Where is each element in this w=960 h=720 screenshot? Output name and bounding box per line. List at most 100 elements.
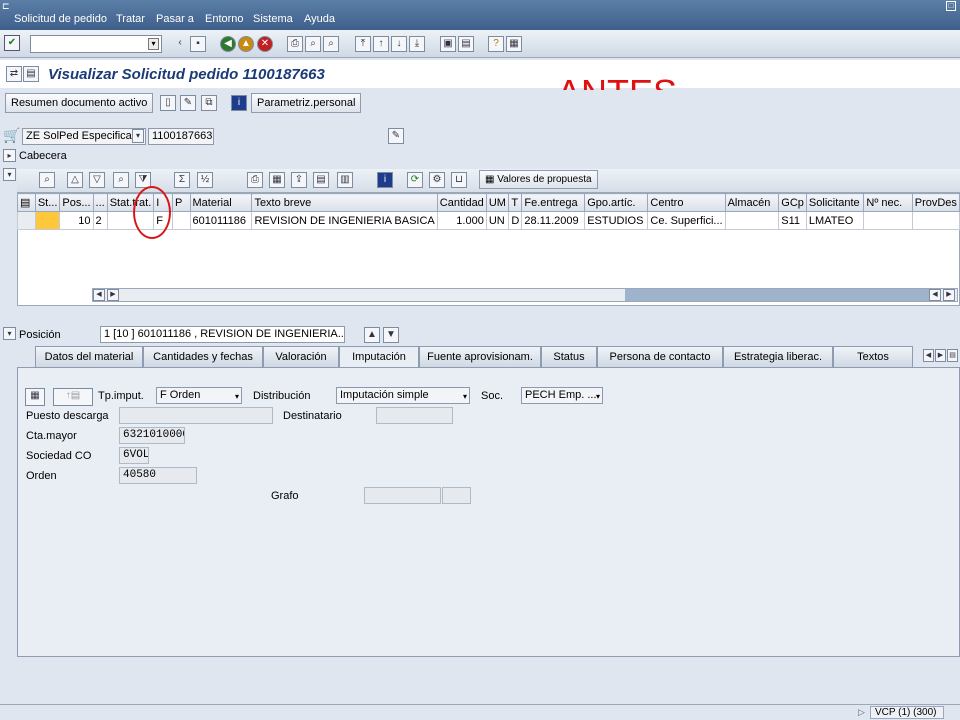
cabecera-label[interactable]: Cabecera — [19, 150, 67, 162]
command-field[interactable]: ▾ — [30, 35, 162, 53]
layout-menu-icon[interactable]: ▦ — [506, 36, 522, 52]
find-grid-icon[interactable]: ⌕ — [113, 172, 129, 188]
next-page-icon[interactable]: ↓ — [391, 36, 407, 52]
position-select[interactable]: 1 [10 ] 601011186 , REVISION DE INGENIER… — [100, 326, 345, 343]
other-icon[interactable]: ⧉ — [201, 95, 217, 111]
column-header[interactable]: Texto breve — [251, 193, 438, 212]
table-cell[interactable]: UN — [485, 211, 510, 230]
column-header[interactable]: St... — [34, 193, 61, 212]
cancel-icon[interactable]: ✕ — [257, 36, 273, 52]
edit-icon[interactable]: ✎ — [180, 95, 196, 111]
distribution-icon[interactable]: ↑▤ — [53, 388, 93, 406]
menu-solicitud[interactable]: Solicitud de pedido — [14, 13, 107, 25]
prev-page-icon[interactable]: ↑ — [373, 36, 389, 52]
switch-display-icon[interactable]: ⇄ — [6, 66, 22, 82]
items-collapse-icon[interactable]: ▾ — [3, 168, 16, 181]
doc-type-field[interactable]: ZE SolPed Especifica — [22, 128, 146, 145]
status-cell[interactable] — [34, 211, 61, 230]
column-header[interactable]: GCp — [778, 193, 807, 212]
document-icon[interactable]: ▯ — [160, 95, 176, 111]
tp-imput-select[interactable]: F Orden ▾ — [156, 387, 242, 404]
table-cell[interactable]: LMATEO — [805, 211, 865, 230]
help-icon[interactable]: ? — [488, 36, 504, 52]
multi-account-icon[interactable]: ▦ — [25, 388, 45, 406]
last-page-icon[interactable]: ⤓ — [409, 36, 425, 52]
column-header[interactable]: UM — [485, 193, 510, 212]
tab-estrategia[interactable]: Estrategia liberac. — [723, 346, 833, 367]
cabecera-expand-icon[interactable]: ▸ — [3, 149, 16, 162]
find-next-icon[interactable]: ⌕ — [323, 36, 339, 52]
summary-button[interactable]: Resumen documento activo — [5, 93, 154, 113]
tab-list-icon[interactable]: ▤ — [947, 349, 958, 362]
column-header[interactable]: Cantidad — [436, 193, 487, 212]
first-page-icon[interactable]: ⤒ — [355, 36, 371, 52]
scroll-right-end-icon[interactable]: ▶ — [943, 289, 955, 301]
scroll-right-icon[interactable]: ▶ — [107, 289, 119, 301]
other-document-icon[interactable]: ▤ — [23, 66, 39, 82]
filter-icon[interactable]: ▽ — [89, 172, 105, 188]
refresh-icon[interactable]: ⟳ — [407, 172, 423, 188]
menu-entorno[interactable]: Entorno — [205, 13, 244, 25]
grid-info-icon[interactable]: i — [377, 172, 393, 188]
menu-sistema[interactable]: Sistema — [253, 13, 293, 25]
doc-edit-icon[interactable]: ✎ — [388, 128, 404, 144]
table-cell[interactable]: 10 — [59, 211, 94, 230]
menu-ayuda[interactable]: Ayuda — [304, 13, 335, 25]
column-header[interactable]: Material — [189, 193, 253, 212]
tab-cantidades[interactable]: Cantidades y fechas — [143, 346, 263, 367]
prev-item-icon[interactable]: ▲ — [364, 327, 380, 343]
table-cell[interactable]: REVISION DE INGENIERIA BASICA — [251, 211, 438, 230]
tab-fuente[interactable]: Fuente aprovisionam. — [419, 346, 541, 367]
subtotal-icon[interactable]: ½ — [197, 172, 213, 188]
exit-icon[interactable]: ▲ — [238, 36, 254, 52]
table-cell[interactable]: Ce. Superfici... — [647, 211, 726, 230]
system-info[interactable]: VCP (1) (300) — [870, 706, 944, 719]
columns-icon[interactable]: ▥ — [337, 172, 353, 188]
table-cell[interactable] — [724, 211, 780, 230]
system-menu-icon[interactable]: ⊏ — [2, 1, 10, 12]
doc-type-dropdown-icon[interactable]: ▾ — [132, 129, 144, 143]
column-header[interactable]: Pos... — [59, 193, 94, 212]
find-icon[interactable]: ⌕ — [305, 36, 321, 52]
sum-icon[interactable]: Σ — [174, 172, 190, 188]
table-cell[interactable]: 601011186 — [189, 211, 253, 230]
proposal-values-button[interactable]: ▦ Valores de propuesta — [479, 170, 598, 189]
table-cell[interactable] — [172, 211, 191, 230]
row-selector[interactable] — [17, 211, 36, 230]
sort-asc-icon[interactable]: △ — [67, 172, 83, 188]
table-cell[interactable]: D — [508, 211, 523, 230]
shortcut-icon[interactable]: ▤ — [458, 36, 474, 52]
table-cell[interactable]: S11 — [778, 211, 807, 230]
tab-scroll-left-icon[interactable]: ◀ — [923, 349, 934, 362]
column-header[interactable]: Centro — [647, 193, 726, 212]
distribucion-select[interactable]: Imputación simple ▾ — [336, 387, 470, 404]
column-header[interactable]: ProvDes — [911, 193, 960, 212]
command-dropdown-icon[interactable]: ▾ — [148, 38, 159, 50]
scroll-left-icon[interactable]: ◀ — [93, 289, 105, 301]
tab-contacto[interactable]: Persona de contacto — [597, 346, 723, 367]
details-icon[interactable]: ⌕ — [39, 172, 55, 188]
layout-icon[interactable]: ▤ — [313, 172, 329, 188]
table-cell[interactable]: 2 — [92, 211, 108, 230]
horizontal-scrollbar[interactable]: ◀ ▶ ◀ ▶ — [92, 288, 958, 302]
table-cell[interactable] — [863, 211, 913, 230]
tab-datos-material[interactable]: Datos del material — [35, 346, 143, 367]
next-item-icon[interactable]: ▼ — [383, 327, 399, 343]
menu-tratar[interactable]: Tratar — [116, 13, 145, 25]
column-header[interactable]: Gpo.artíc. — [584, 193, 649, 212]
soc-select[interactable]: PECH Emp. ... ▾ — [521, 387, 603, 404]
enter-icon[interactable]: ✔ — [4, 35, 20, 51]
table-cell[interactable]: 28.11.2009 — [521, 211, 586, 230]
select-all-icon[interactable]: ▤ — [17, 193, 36, 212]
menu-pasar-a[interactable]: Pasar a — [156, 13, 194, 25]
tab-textos[interactable]: Textos — [833, 346, 913, 367]
print-grid-icon[interactable]: ⎙ — [247, 172, 263, 188]
column-header[interactable]: P — [172, 193, 191, 212]
table-cell[interactable]: 1.000 — [436, 211, 487, 230]
tab-status[interactable]: Status — [541, 346, 597, 367]
info-icon[interactable]: i — [231, 95, 247, 111]
column-header[interactable]: Almacén — [724, 193, 780, 212]
column-header[interactable]: ... — [92, 193, 108, 212]
column-header[interactable]: T — [508, 193, 523, 212]
settings-icon[interactable]: ⚙ — [429, 172, 445, 188]
